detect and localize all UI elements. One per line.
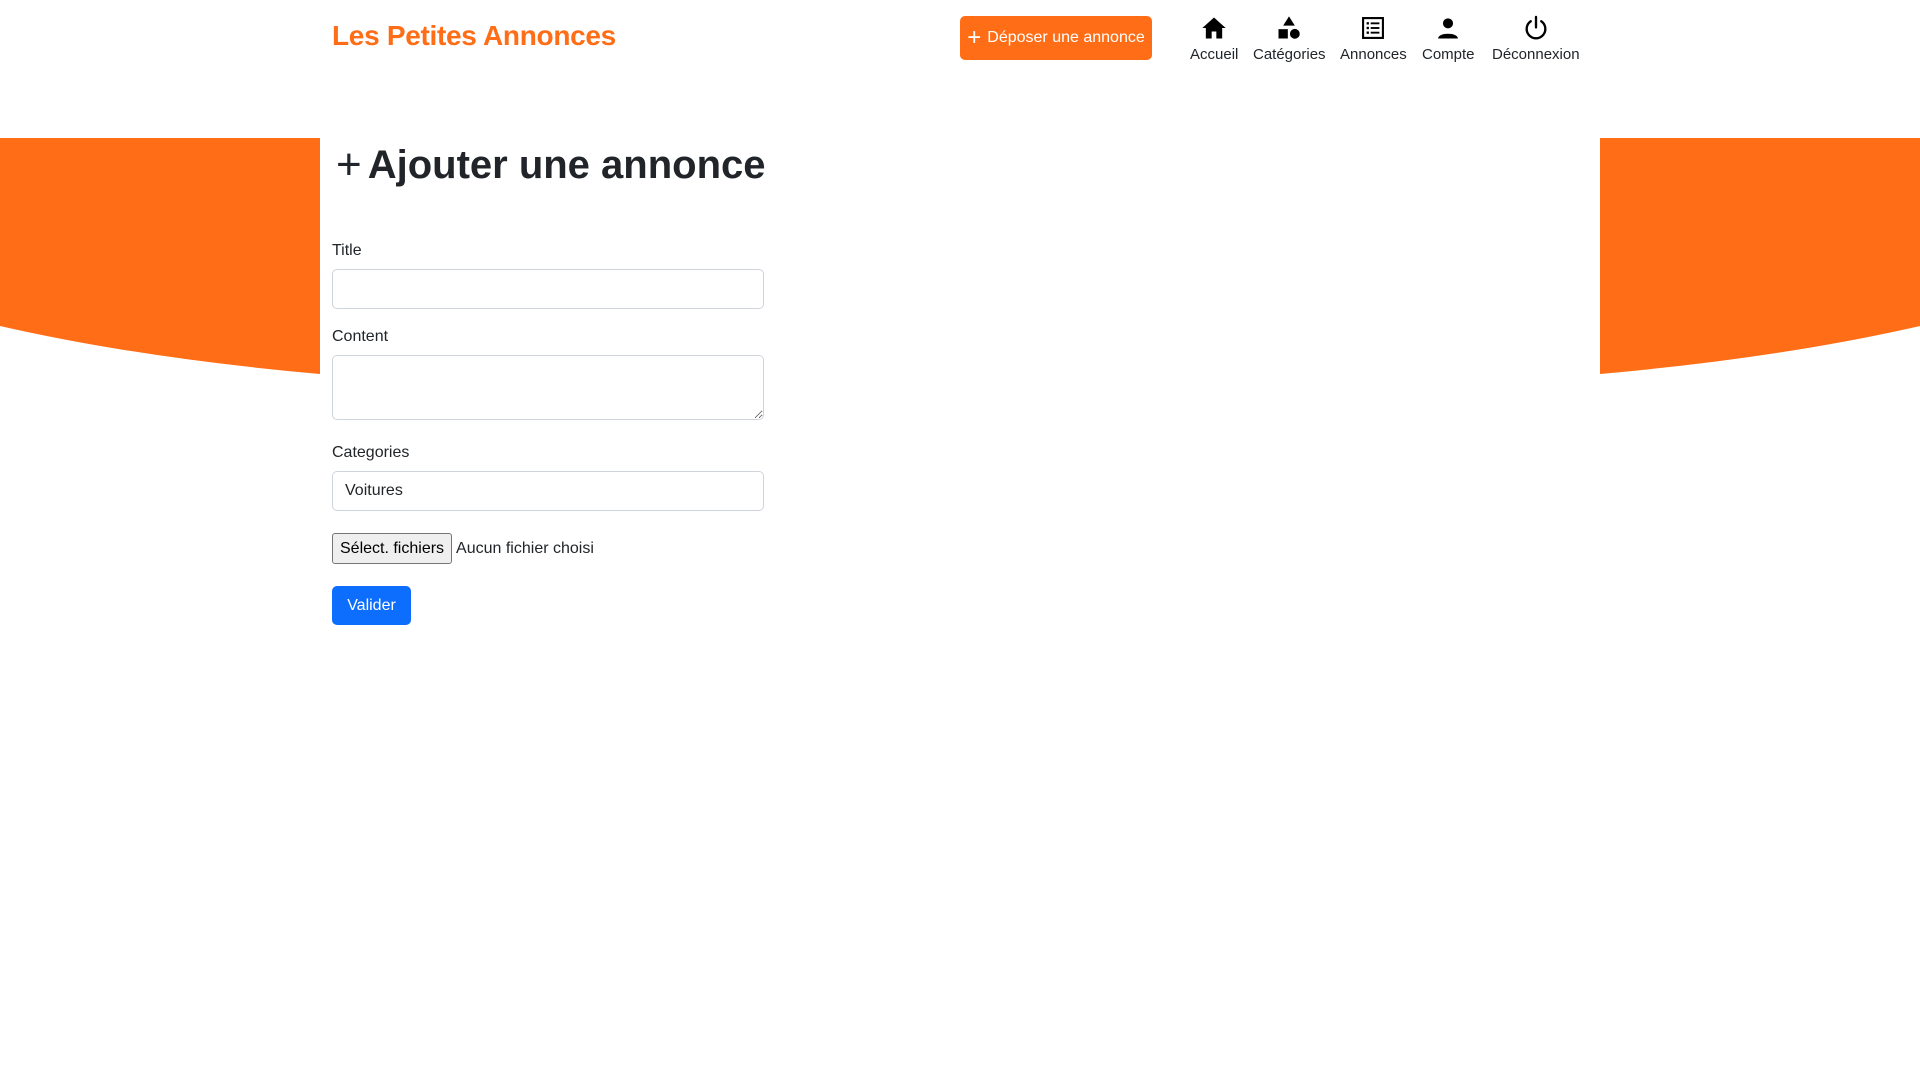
- categories-select[interactable]: Voitures: [332, 471, 764, 511]
- nav-item-categories[interactable]: Catégories: [1253, 14, 1326, 63]
- power-icon: [1525, 15, 1547, 40]
- nav-label-deconnexion: Déconnexion: [1492, 46, 1580, 63]
- categories-selected-value: Voitures: [345, 482, 403, 499]
- decorative-wave-left: [0, 138, 320, 374]
- decorative-wave-right: [1600, 138, 1920, 374]
- content-textarea[interactable]: [332, 355, 764, 420]
- nav-item-compte[interactable]: Compte: [1422, 14, 1475, 63]
- title-label: Title: [332, 242, 362, 259]
- home-icon: [1202, 17, 1226, 39]
- categories-label: Categories: [332, 444, 410, 461]
- main-content: + Ajouter une annonce Title Content Cate…: [332, 138, 832, 625]
- add-ad-form: Title Content Categories Voitures Sélect…: [332, 242, 832, 625]
- content-group: Content: [332, 328, 832, 425]
- content-label: Content: [332, 328, 389, 345]
- page-title: + Ajouter une annonce: [332, 138, 832, 192]
- plus-icon: +: [967, 24, 982, 51]
- nav-item-deconnexion[interactable]: Déconnexion: [1492, 14, 1580, 63]
- page-title-text: Ajouter une annonce: [367, 142, 766, 187]
- deposit-ad-button[interactable]: + Déposer une annonce: [960, 16, 1152, 60]
- nav-item-annonces[interactable]: Annonces: [1340, 14, 1407, 63]
- nav-label-compte: Compte: [1422, 46, 1475, 63]
- file-select-button[interactable]: Sélect. fichiers: [332, 533, 453, 564]
- nav-label-categories: Catégories: [1253, 46, 1326, 63]
- plus-icon: +: [336, 140, 362, 189]
- nav-item-accueil[interactable]: Accueil: [1190, 14, 1238, 63]
- nav-label-accueil: Accueil: [1190, 46, 1239, 63]
- brand-logo[interactable]: Les Petites Annonces: [332, 20, 616, 52]
- title-input[interactable]: [332, 269, 764, 309]
- nav-label-annonces: Annonces: [1340, 46, 1407, 63]
- title-group: Title: [332, 242, 832, 309]
- submit-button[interactable]: Valider: [332, 586, 411, 625]
- deposit-ad-label: Déposer une annonce: [987, 29, 1145, 46]
- shapes-icon: [1278, 16, 1300, 39]
- top-navbar: Les Petites Annonces + Déposer une annon…: [0, 0, 1920, 100]
- user-icon: [1438, 18, 1459, 39]
- list-icon: [1362, 17, 1385, 39]
- file-upload: Sélect. fichiers Aucun fichier choisi: [332, 533, 832, 564]
- file-status-text: Aucun fichier choisi: [456, 539, 594, 557]
- categories-group: Categories Voitures: [332, 444, 832, 511]
